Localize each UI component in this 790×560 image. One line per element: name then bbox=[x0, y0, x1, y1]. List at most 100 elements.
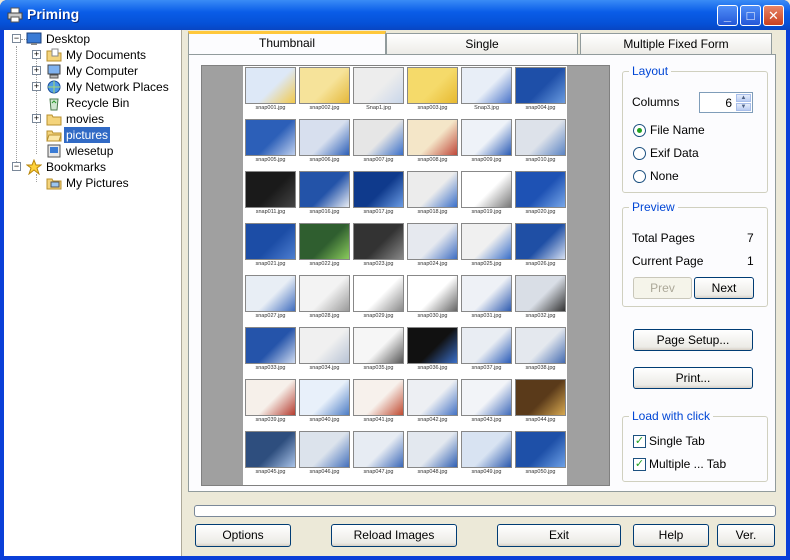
thumbnail-item[interactable]: snap018.jpg bbox=[407, 171, 458, 218]
file-name-label[interactable]: File Name bbox=[650, 123, 705, 137]
thumbnail-image[interactable] bbox=[245, 275, 296, 312]
thumbnail-image[interactable] bbox=[407, 119, 458, 156]
thumbnail-item[interactable]: snap042.jpg bbox=[407, 379, 458, 426]
single-tab-checkbox[interactable]: ✓ bbox=[633, 435, 646, 448]
tab-thumbnail[interactable]: Thumbnail bbox=[188, 31, 386, 55]
version-button[interactable]: Ver. bbox=[717, 524, 775, 547]
spin-down-icon[interactable]: ▼ bbox=[736, 103, 751, 111]
thumbnail-item[interactable]: snap030.jpg bbox=[407, 275, 458, 322]
thumbnail-image[interactable] bbox=[353, 119, 404, 156]
none-radio[interactable] bbox=[633, 170, 646, 183]
thumbnail-item[interactable]: snap007.jpg bbox=[353, 119, 404, 166]
multiple-tab-label[interactable]: Multiple ... Tab bbox=[649, 457, 726, 471]
thumbnail-image[interactable] bbox=[407, 171, 458, 208]
thumbnail-item[interactable]: snap001.jpg bbox=[245, 67, 296, 114]
file-name-radio[interactable] bbox=[633, 124, 646, 137]
thumbnail-item[interactable]: snap019.jpg bbox=[461, 171, 512, 218]
folder-tree[interactable]: − Desktop + My Documents + My Computer +… bbox=[4, 30, 182, 556]
maximize-button[interactable]: □ bbox=[740, 5, 761, 26]
thumbnail-image[interactable] bbox=[299, 327, 350, 364]
tree-item-my-documents[interactable]: + My Documents bbox=[32, 47, 182, 63]
tab-single[interactable]: Single bbox=[386, 33, 578, 55]
thumbnail-item[interactable]: Snap1.jpg bbox=[353, 67, 404, 114]
multiple-tab-checkbox[interactable]: ✓ bbox=[633, 458, 646, 471]
title-bar[interactable]: Priming _ □ ✕ bbox=[0, 0, 790, 30]
thumbnail-image[interactable] bbox=[299, 431, 350, 468]
thumbnail-item[interactable]: snap020.jpg bbox=[515, 171, 566, 218]
thumbnail-image[interactable] bbox=[407, 379, 458, 416]
thumbnail-item[interactable]: snap037.jpg bbox=[461, 327, 512, 374]
thumbnail-item[interactable]: snap033.jpg bbox=[245, 327, 296, 374]
help-button[interactable]: Help bbox=[633, 524, 709, 547]
thumbnail-image[interactable] bbox=[461, 431, 512, 468]
tree-item-desktop[interactable]: − Desktop bbox=[12, 31, 182, 47]
options-button[interactable]: Options bbox=[195, 524, 291, 547]
thumbnail-image[interactable] bbox=[461, 275, 512, 312]
thumbnail-item[interactable]: snap006.jpg bbox=[299, 119, 350, 166]
thumbnail-item[interactable]: snap028.jpg bbox=[299, 275, 350, 322]
thumbnail-item[interactable]: snap043.jpg bbox=[461, 379, 512, 426]
thumbnail-image[interactable] bbox=[515, 171, 566, 208]
thumbnail-item[interactable]: snap011.jpg bbox=[245, 171, 296, 218]
print-button[interactable]: Print... bbox=[633, 367, 753, 389]
thumbnail-item[interactable]: snap008.jpg bbox=[407, 119, 458, 166]
thumbnail-item[interactable]: snap002.jpg bbox=[299, 67, 350, 114]
thumbnail-image[interactable] bbox=[245, 379, 296, 416]
thumbnail-image[interactable] bbox=[299, 67, 350, 104]
thumbnail-item[interactable]: snap039.jpg bbox=[245, 379, 296, 426]
columns-spinner[interactable]: 6 ▲ ▼ bbox=[699, 92, 753, 113]
thumbnail-item[interactable]: snap009.jpg bbox=[461, 119, 512, 166]
thumbnail-item[interactable]: snap003.jpg bbox=[407, 67, 458, 114]
thumbnail-item[interactable]: snap040.jpg bbox=[299, 379, 350, 426]
spin-up-icon[interactable]: ▲ bbox=[736, 94, 751, 102]
tree-item-my-computer[interactable]: + My Computer bbox=[32, 63, 182, 79]
thumbnail-item[interactable]: snap027.jpg bbox=[245, 275, 296, 322]
collapse-icon[interactable]: − bbox=[12, 34, 21, 43]
thumbnail-image[interactable] bbox=[461, 171, 512, 208]
thumbnail-image[interactable] bbox=[353, 171, 404, 208]
exif-data-radio[interactable] bbox=[633, 147, 646, 160]
thumbnail-image[interactable] bbox=[245, 119, 296, 156]
thumbnail-item[interactable]: snap016.jpg bbox=[299, 171, 350, 218]
thumbnail-image[interactable] bbox=[515, 223, 566, 260]
expand-icon[interactable]: + bbox=[32, 114, 41, 123]
thumbnail-item[interactable]: snap044.jpg bbox=[515, 379, 566, 426]
thumbnail-item[interactable]: snap021.jpg bbox=[245, 223, 296, 270]
thumbnail-image[interactable] bbox=[299, 223, 350, 260]
exif-data-label[interactable]: Exif Data bbox=[650, 146, 699, 160]
collapse-icon[interactable]: − bbox=[12, 162, 21, 171]
thumbnail-item[interactable]: snap026.jpg bbox=[515, 223, 566, 270]
tab-multiple-fixed-form[interactable]: Multiple Fixed Form bbox=[580, 33, 772, 55]
thumbnail-image[interactable] bbox=[245, 431, 296, 468]
thumbnail-item[interactable]: snap050.jpg bbox=[515, 431, 566, 478]
thumbnail-image[interactable] bbox=[299, 171, 350, 208]
thumbnail-image[interactable] bbox=[515, 379, 566, 416]
close-button[interactable]: ✕ bbox=[763, 5, 784, 26]
thumbnail-image[interactable] bbox=[353, 431, 404, 468]
minimize-button[interactable]: _ bbox=[717, 5, 738, 26]
thumbnail-item[interactable]: snap046.jpg bbox=[299, 431, 350, 478]
tree-item-pictures[interactable]: pictures bbox=[32, 127, 182, 143]
thumbnail-image[interactable] bbox=[299, 379, 350, 416]
thumbnail-item[interactable]: Snap3.jpg bbox=[461, 67, 512, 114]
thumbnail-image[interactable] bbox=[461, 327, 512, 364]
thumbnail-image[interactable] bbox=[515, 275, 566, 312]
thumbnail-item[interactable]: snap041.jpg bbox=[353, 379, 404, 426]
thumbnail-image[interactable] bbox=[461, 119, 512, 156]
tree-item-my-pictures[interactable]: My Pictures bbox=[32, 175, 182, 191]
thumbnail-image[interactable] bbox=[407, 327, 458, 364]
thumbnail-item[interactable]: snap017.jpg bbox=[353, 171, 404, 218]
thumbnail-item[interactable]: snap047.jpg bbox=[353, 431, 404, 478]
page-setup-button[interactable]: Page Setup... bbox=[633, 329, 753, 351]
exit-button[interactable]: Exit bbox=[497, 524, 621, 547]
thumbnail-item[interactable]: snap023.jpg bbox=[353, 223, 404, 270]
thumbnail-image[interactable] bbox=[353, 379, 404, 416]
prev-button[interactable]: Prev bbox=[633, 277, 692, 299]
thumbnail-image[interactable] bbox=[299, 275, 350, 312]
next-button[interactable]: Next bbox=[694, 277, 754, 299]
thumbnail-image[interactable] bbox=[407, 223, 458, 260]
thumbnail-image[interactable] bbox=[353, 275, 404, 312]
thumbnail-image[interactable] bbox=[515, 431, 566, 468]
thumbnail-image[interactable] bbox=[407, 431, 458, 468]
tree-item-movies[interactable]: + movies bbox=[32, 111, 182, 127]
